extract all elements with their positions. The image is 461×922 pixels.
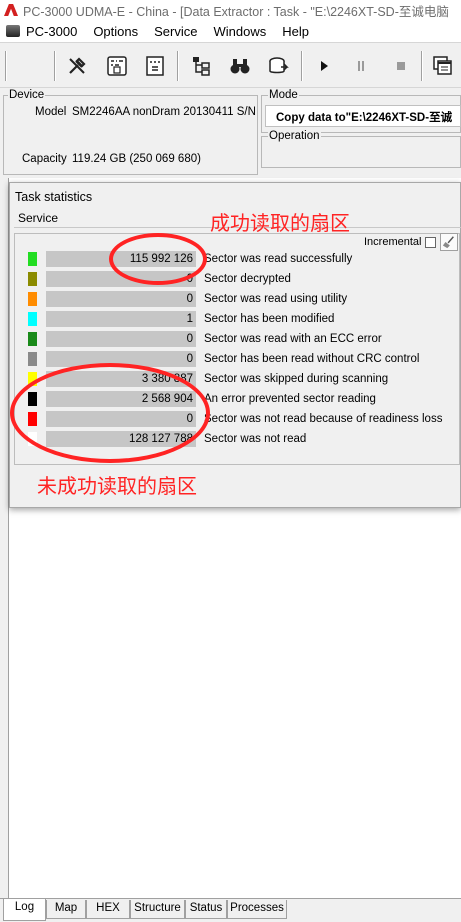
toolbar-separator	[177, 51, 179, 81]
stat-label: Sector decrypted	[204, 273, 291, 285]
annotation-ellipse-failure	[10, 363, 210, 463]
annotation-ellipse-success	[109, 233, 207, 285]
tab-log[interactable]: Log	[3, 899, 46, 921]
stat-row: 0 Sector decrypted	[15, 268, 461, 288]
tab-processes[interactable]: Processes	[227, 900, 287, 919]
tab-hex[interactable]: HEX	[86, 900, 130, 919]
stat-label: Sector was not read because of readiness…	[204, 413, 443, 425]
menu-pc3000[interactable]: PC-3000	[0, 24, 85, 39]
tab-status[interactable]: Status	[185, 900, 227, 919]
toolbar	[0, 42, 461, 88]
toolbar-separator	[54, 51, 56, 81]
stat-color-swatch	[28, 252, 37, 266]
stat-color-swatch	[28, 312, 37, 326]
mode-value-field: Copy data to"E:\2246XT-SD-至诚	[265, 105, 461, 127]
menu-windows[interactable]: Windows	[205, 24, 274, 39]
menu-bar: PC-3000 Options Service Windows Help	[0, 20, 461, 42]
tree-structure-icon[interactable]	[189, 54, 213, 78]
info-area: Device Model SM2246AA nonDram 20130411 S…	[0, 88, 461, 178]
binary-info-icon[interactable]	[105, 54, 129, 78]
binoculars-icon[interactable]	[228, 54, 252, 78]
incremental-label: Incremental	[364, 236, 422, 248]
stat-color-swatch	[28, 332, 37, 346]
tab-structure[interactable]: Structure	[130, 900, 185, 919]
stat-label: Sector was skipped during scanning	[204, 373, 389, 385]
menu-help[interactable]: Help	[274, 24, 317, 39]
model-label: Model	[35, 106, 67, 118]
tab-map[interactable]: Map	[46, 900, 86, 919]
stat-row: 0 Sector was read using utility	[15, 288, 461, 308]
capacity-label: Capacity	[22, 153, 67, 165]
stat-label: An error prevented sector reading	[204, 393, 376, 405]
incremental-checkbox[interactable]	[425, 236, 437, 248]
stat-label: Sector was read with an ECC error	[204, 333, 382, 345]
stat-row: 1 Sector has been modified	[15, 308, 461, 328]
stat-color-swatch	[28, 292, 37, 306]
device-group-label: Device	[8, 89, 46, 101]
stat-value: 0	[46, 291, 196, 307]
stat-label: Sector was not read	[204, 433, 307, 445]
play-icon[interactable]	[312, 54, 336, 78]
toolbar-separator	[421, 51, 423, 81]
mode-group-label: Mode	[268, 89, 299, 101]
tools-icon[interactable]	[65, 54, 89, 78]
capacity-value: 119.24 GB (250 069 680)	[72, 153, 201, 165]
menu-options[interactable]: Options	[85, 24, 146, 39]
pause-icon[interactable]	[349, 54, 373, 78]
task-statistics-title: Task statistics	[15, 190, 93, 204]
model-value: SM2246AA nonDram 20130411 S/N:(0	[72, 106, 256, 118]
window-title: PC-3000 UDMA-E - China - [Data Extractor…	[23, 4, 449, 19]
title-bar: PC-3000 UDMA-E - China - [Data Extractor…	[0, 0, 461, 20]
stat-row: 0 Sector was read with an ECC error	[15, 328, 461, 348]
toolbar-separator	[301, 51, 303, 81]
stat-label: Sector has been modified	[204, 313, 335, 325]
stat-value: 1	[46, 311, 196, 327]
stat-color-swatch	[28, 272, 37, 286]
stat-value: 0	[46, 331, 196, 347]
annotation-failure: 未成功读取的扇区	[37, 474, 197, 498]
bottom-tab-bar: Log Map HEX Structure Status Processes	[0, 898, 461, 922]
stat-label: Sector has been read without CRC control	[204, 353, 420, 365]
disk-copy-icon[interactable]	[266, 54, 290, 78]
stat-row: 115 992 126 Sector was read successfully	[15, 248, 461, 268]
menu-service[interactable]: Service	[146, 24, 205, 39]
operation-group-label: Operation	[268, 130, 321, 142]
windows-cascade-icon[interactable]	[431, 54, 455, 78]
stat-label: Sector was read using utility	[204, 293, 348, 305]
toolbar-separator	[5, 51, 7, 81]
annotation-success: 成功读取的扇区	[210, 211, 350, 235]
app-logo-icon	[4, 4, 18, 16]
stat-color-swatch	[28, 352, 37, 366]
stat-label: Sector was read successfully	[204, 253, 353, 265]
tab-service[interactable]: Service	[18, 211, 58, 225]
percent-100-icon[interactable]	[143, 54, 167, 78]
stop-icon[interactable]	[389, 54, 413, 78]
